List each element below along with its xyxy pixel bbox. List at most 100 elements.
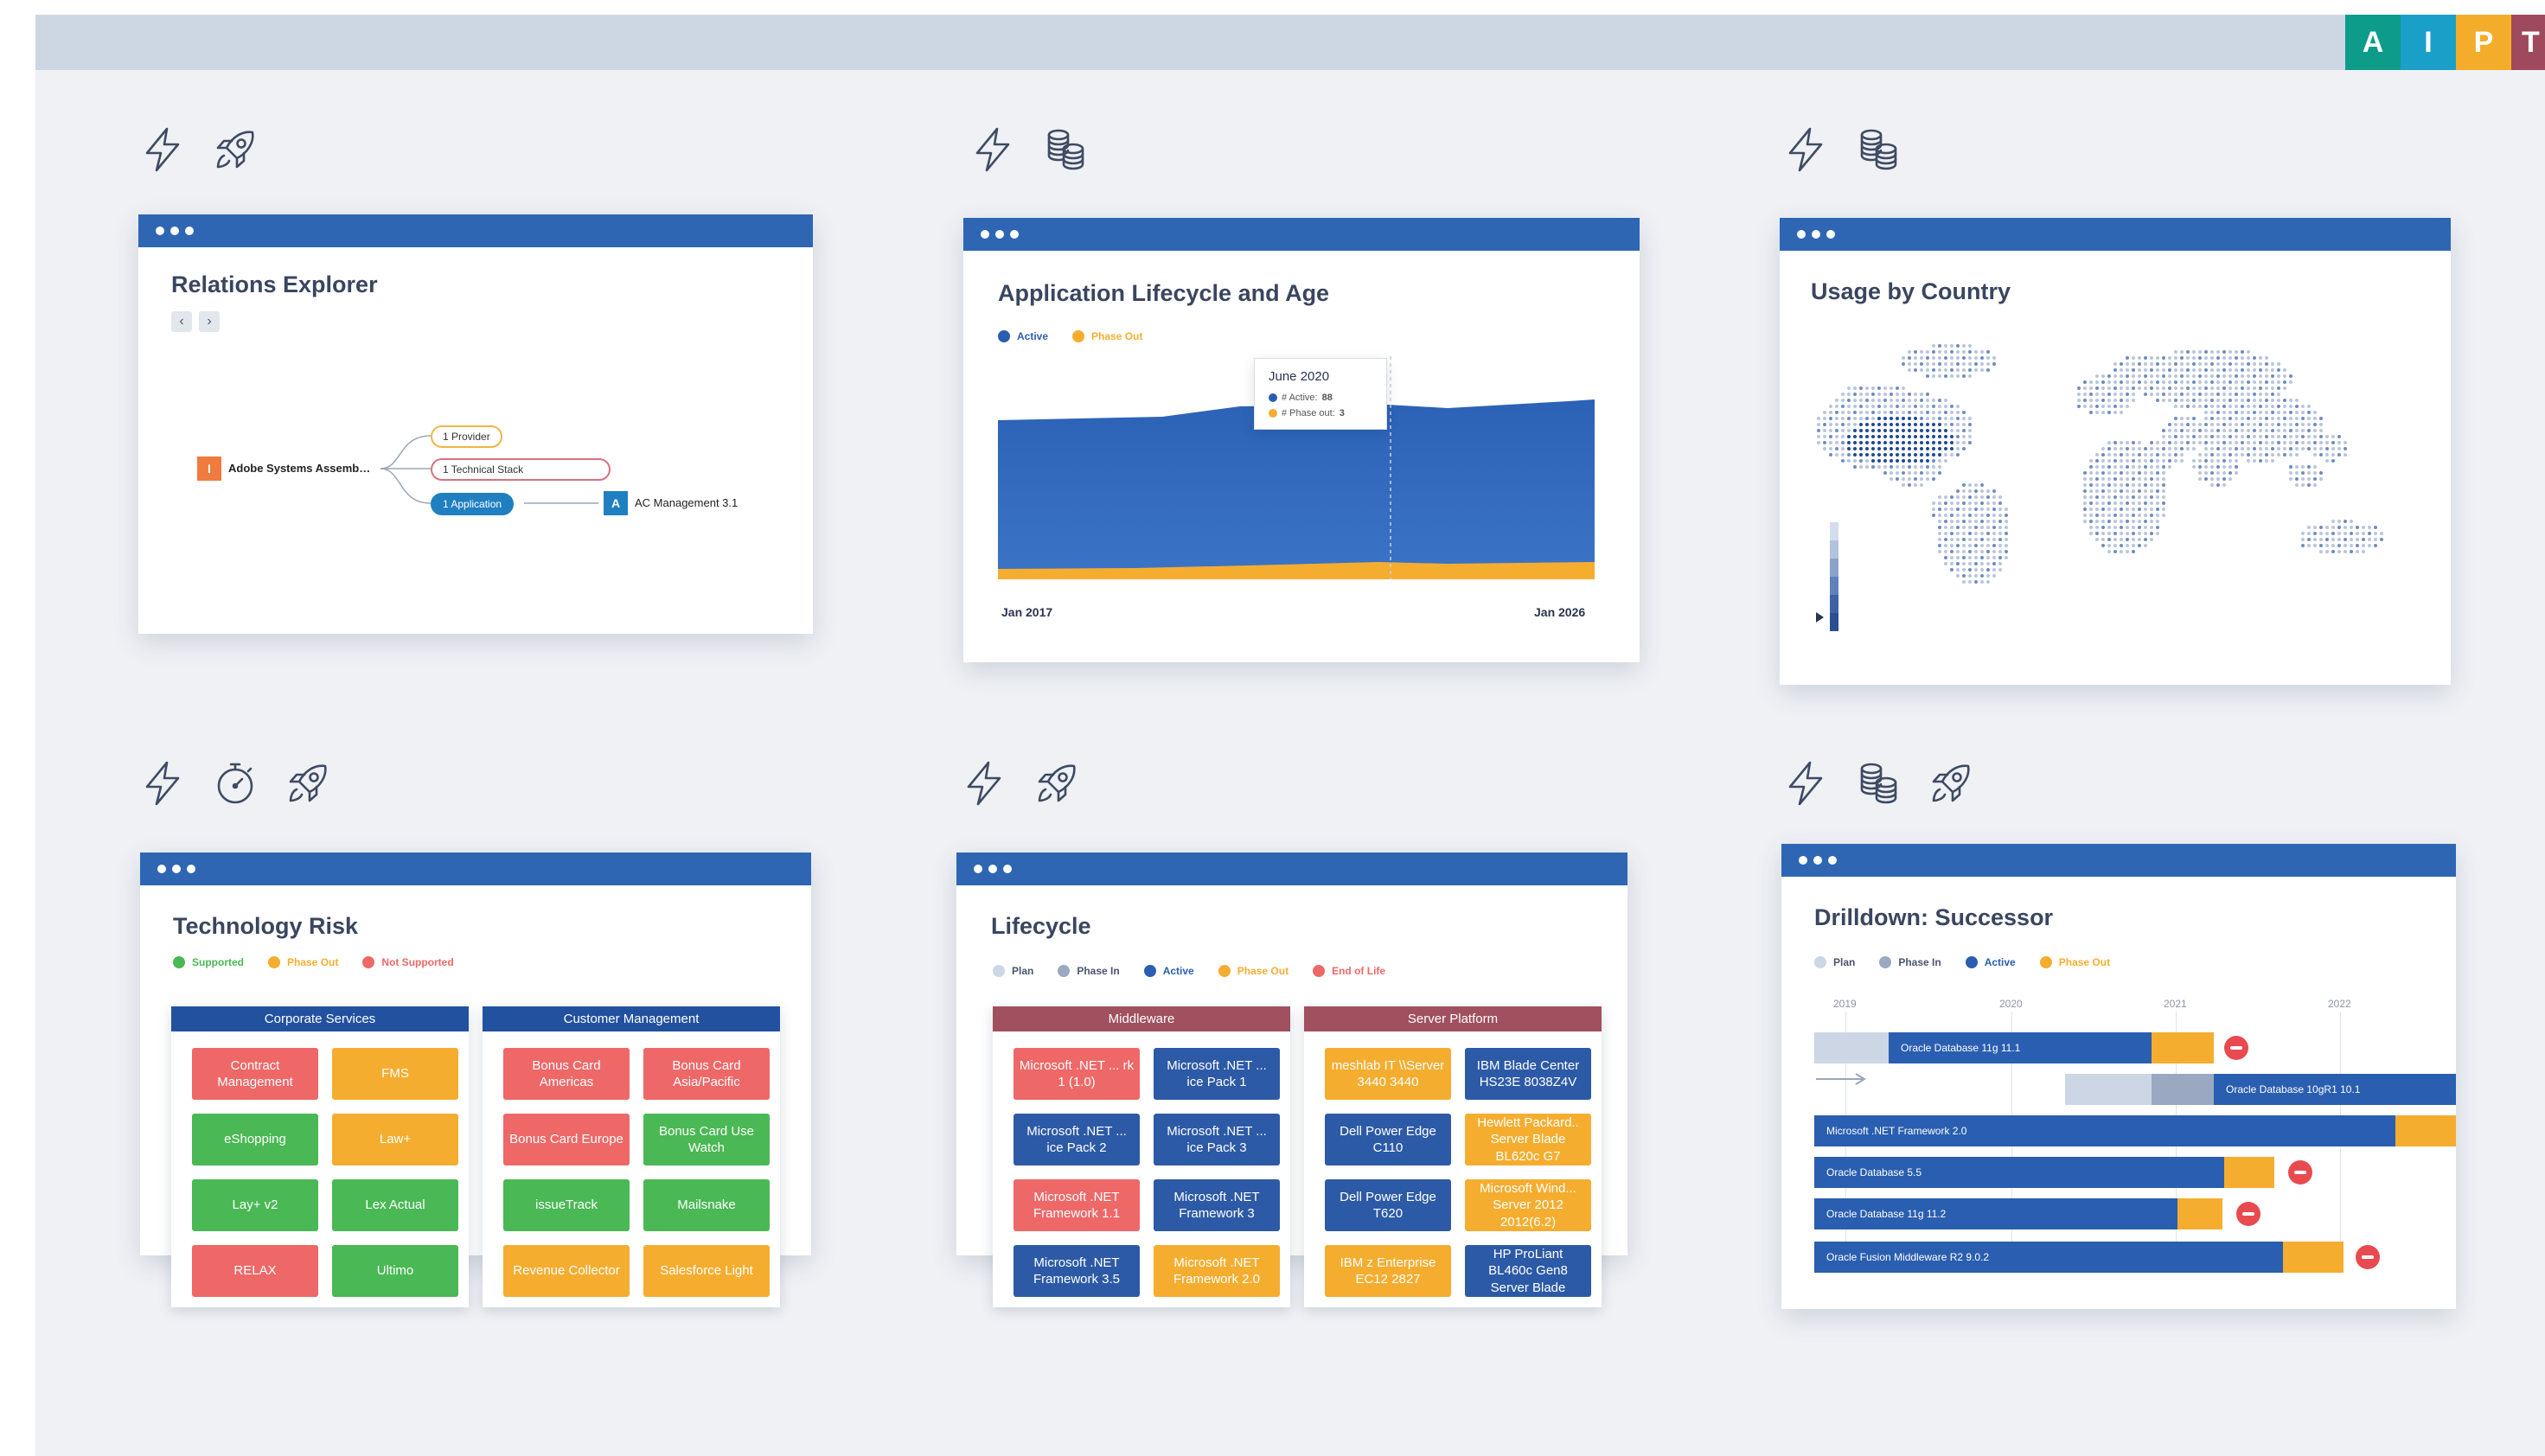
bar-phase-out-segment <box>2152 1032 2214 1063</box>
lightning-icon <box>1781 125 1830 174</box>
card-drilldown-successor[interactable]: Drilldown: Successor Plan Phase In Activ… <box>1781 844 2456 1309</box>
rocket-icon <box>1927 759 1975 808</box>
lightning-icon <box>138 759 187 808</box>
remove-icon[interactable] <box>2236 1202 2260 1226</box>
app-tile[interactable]: Dell Power Edge T620 <box>1325 1179 1451 1231</box>
app-tile[interactable]: Microsoft .NET ... ice Pack 3 <box>1154 1114 1280 1165</box>
app-tile[interactable]: meshlab IT \\Server 3440 3440 <box>1325 1048 1451 1100</box>
technical-stack-pill[interactable]: 1 Technical Stack <box>431 458 611 481</box>
icon-group-lifecycle <box>960 759 1081 808</box>
app-tile[interactable]: Bonus Card Americas <box>503 1048 630 1100</box>
top-bar <box>35 15 2545 70</box>
app-tile[interactable]: Ultimo <box>332 1245 458 1297</box>
app-tile[interactable]: Microsoft .NET Framework 3.5 <box>1014 1245 1140 1297</box>
icon-group-lifecycle-age <box>969 125 1090 174</box>
window-header <box>1781 844 2456 877</box>
root-node-label[interactable]: Adobe Systems Assemb… <box>228 462 370 475</box>
brand-letter-t: T <box>2511 15 2545 70</box>
panel-title: Customer Management <box>483 1006 780 1031</box>
map-color-scale <box>1830 522 1838 631</box>
icon-group-drilldown <box>1781 759 1975 808</box>
app-tile[interactable]: Microsoft .NET ... ice Pack 1 <box>1154 1048 1280 1100</box>
brand-letter-p: P <box>2456 15 2511 70</box>
remove-icon[interactable] <box>2288 1160 2312 1185</box>
lightning-icon <box>138 125 187 174</box>
panel-server-platform: Server Platform meshlab IT \\Server 3440… <box>1304 1006 1602 1307</box>
app-tile[interactable]: Bonus Card Use Watch <box>643 1114 770 1165</box>
lifecycle-legend: Plan Phase In Active Phase Out End of Li… <box>993 965 1385 977</box>
app-tile[interactable]: Revenue Collector <box>503 1245 630 1297</box>
legend-phase-out: Phase Out <box>1218 965 1288 977</box>
leaf-node-label[interactable]: AC Management 3.1 <box>635 496 738 509</box>
bar-microsoft-net-framework-2-0[interactable]: Microsoft .NET Framework 2.0 <box>1814 1115 2395 1146</box>
legend-not-supported: Not Supported <box>362 956 454 968</box>
app-tile[interactable]: Salesforce Light <box>643 1245 770 1297</box>
bar-oracle-database-11g-11-1[interactable]: Oracle Database 11g 11.1 <box>1889 1032 2152 1063</box>
lightning-icon <box>960 759 1008 808</box>
bar-plan-segment <box>2065 1074 2152 1105</box>
app-tile[interactable]: Microsoft .NET Framework 1.1 <box>1014 1179 1140 1231</box>
bar-oracle-database-10gr1-10-1[interactable]: Oracle Database 10gR1 10.1 <box>2214 1074 2456 1105</box>
bar-phase-in-segment <box>2152 1074 2214 1105</box>
app-tile[interactable]: Microsoft .NET Framework 3 <box>1154 1179 1280 1231</box>
year-tick: 2021 <box>2164 998 2187 1010</box>
card-lifecycle-age[interactable]: Application Lifecycle and Age Active Pha… <box>963 218 1640 662</box>
app-tile[interactable]: Bonus Card Europe <box>503 1114 630 1165</box>
app-tile[interactable]: Contract Management <box>192 1048 318 1100</box>
rocket-icon <box>284 759 332 808</box>
legend-phase-out: Phase Out <box>268 956 338 968</box>
year-tick: 2022 <box>2328 998 2351 1010</box>
app-tile[interactable]: Hewlett Packard.. Server Blade BL620c G7 <box>1465 1114 1591 1165</box>
remove-icon[interactable] <box>2224 1036 2248 1060</box>
app-tile[interactable]: Microsoft .NET ... ice Pack 2 <box>1014 1114 1140 1165</box>
bar-oracle-database-11g-11-2[interactable]: Oracle Database 11g 11.2 <box>1814 1198 2177 1229</box>
bar-oracle-fusion-middleware-r2[interactable]: Oracle Fusion Middleware R2 9.0.2 <box>1814 1242 2283 1273</box>
lightning-icon <box>1781 759 1830 808</box>
app-tile[interactable]: eShopping <box>192 1114 318 1165</box>
tooltip-active-row: # Active: 88 <box>1269 393 1372 403</box>
app-tile[interactable]: Law+ <box>332 1114 458 1165</box>
panel-title: Corporate Services <box>171 1006 469 1031</box>
app-tile[interactable]: Bonus Card Asia/Pacific <box>643 1048 770 1100</box>
app-tile[interactable]: Dell Power Edge C110 <box>1325 1114 1451 1165</box>
year-tick: 2020 <box>1999 998 2023 1010</box>
app-tile[interactable]: FMS <box>332 1048 458 1100</box>
coins-icon <box>1854 125 1902 174</box>
bar-phase-out-segment <box>2283 1242 2344 1273</box>
app-tile[interactable]: IBM z Enterprise EC12 2827 <box>1325 1245 1451 1297</box>
remove-icon[interactable] <box>2356 1245 2380 1269</box>
card-relations-explorer[interactable]: Relations Explorer ‹ › I Adobe Systems A… <box>138 214 813 634</box>
bar-phase-out-segment <box>2395 1115 2456 1146</box>
app-tile[interactable]: Lay+ v2 <box>192 1179 318 1231</box>
scale-pointer-icon <box>1816 612 1824 623</box>
app-tile[interactable]: Mailsnake <box>643 1179 770 1231</box>
app-tile[interactable]: Microsoft Wind... Server 2012 2012(6.2) <box>1465 1179 1591 1231</box>
legend-phase-in: Phase In <box>1058 965 1120 977</box>
brand-letter-a: A <box>2345 15 2401 70</box>
root-node-badge: I <box>197 457 221 481</box>
app-tile[interactable]: Lex Actual <box>332 1179 458 1231</box>
app-tile[interactable]: RELAX <box>192 1245 318 1297</box>
legend-active: Active <box>1143 965 1194 977</box>
provider-pill[interactable]: 1 Provider <box>431 425 502 448</box>
app-tile[interactable]: Microsoft .NET ... rk 1 (1.0) <box>1014 1048 1140 1100</box>
app-tile[interactable]: HP ProLiant BL460c Gen8 Server Blade <box>1465 1245 1591 1297</box>
icon-group-tech-risk <box>138 759 332 808</box>
icon-group-usage <box>1781 125 1902 174</box>
leaf-node-badge: A <box>604 491 628 515</box>
card-title: Lifecycle <box>991 913 1091 939</box>
drilldown-legend: Plan Phase In Active Phase Out <box>1814 956 2110 968</box>
bar-phase-out-segment <box>2224 1157 2274 1188</box>
tooltip-title: June 2020 <box>1269 369 1330 384</box>
panel-middleware: Middleware Microsoft .NET ... rk 1 (1.0)… <box>993 1006 1290 1307</box>
app-tile[interactable]: IBM Blade Center HS23E 8038Z4V <box>1465 1048 1591 1100</box>
bar-oracle-database-5-5[interactable]: Oracle Database 5.5 <box>1814 1157 2224 1188</box>
area-chart <box>998 356 1595 579</box>
app-tile[interactable]: issueTrack <box>503 1179 630 1231</box>
lightning-icon <box>969 125 1017 174</box>
app-tile[interactable]: Microsoft .NET Framework 2.0 <box>1154 1245 1280 1297</box>
application-pill[interactable]: 1 Application <box>431 493 515 515</box>
card-usage-by-country[interactable]: Usage by Country <box>1780 218 2451 685</box>
bar-plan-segment <box>1814 1032 1889 1063</box>
panel-corporate-services: Corporate Services Contract Management FM… <box>171 1006 469 1307</box>
